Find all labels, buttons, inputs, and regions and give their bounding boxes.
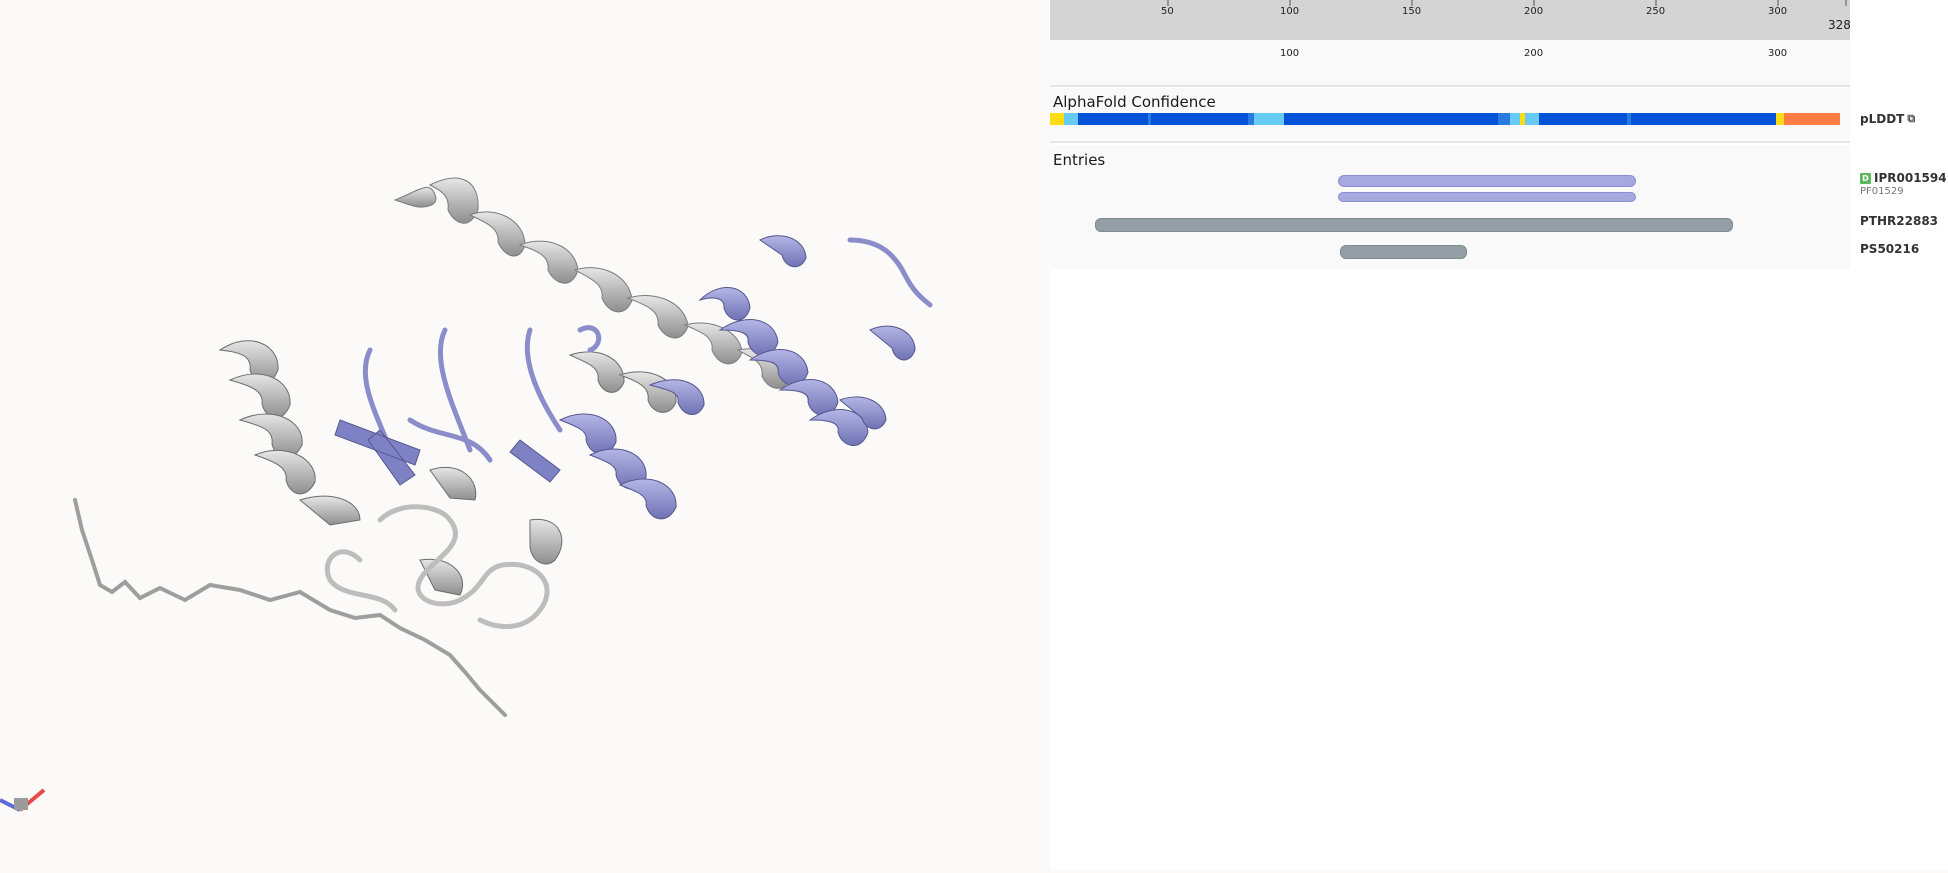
entry-accession[interactable]: PS50216	[1860, 242, 1919, 256]
section-title: AlphaFold Confidence	[1053, 93, 1216, 111]
ruler-tick-label: 150	[1402, 6, 1422, 17]
disordered-tail	[73, 498, 507, 717]
alphafold-confidence-track: AlphaFold Confidence	[1050, 88, 1850, 140]
entry-track-pthr22883[interactable]	[1095, 218, 1733, 232]
entry-label-pthr22883[interactable]: PTHR22883	[1860, 214, 1938, 228]
entry-track-ps50216[interactable]	[1340, 245, 1467, 259]
feature-viewer: 50 100 150 200 250 300 328 100 200 300 A…	[1050, 0, 1948, 869]
entry-track-ipr001594[interactable]	[1338, 175, 1636, 187]
entry-label-ps50216[interactable]: PS50216	[1860, 242, 1919, 256]
overview-tick-label: 200	[1524, 48, 1544, 59]
entry-accession[interactable]: IPR001594	[1874, 171, 1947, 185]
ruler-tick-label: 300	[1768, 6, 1788, 17]
divider	[1050, 141, 1850, 143]
entry-track-pf01529[interactable]	[1338, 192, 1636, 202]
external-link-icon[interactable]: ⧉	[1907, 112, 1915, 126]
plddt-label-row[interactable]: pLDDT ⧉	[1860, 112, 1915, 126]
section-title: Entries	[1053, 151, 1106, 169]
ruler-end-label: 328	[1828, 18, 1851, 32]
entries-track: Entries	[1050, 145, 1850, 269]
sequence-overview[interactable]: 100 200 300	[1050, 40, 1850, 85]
divider	[1050, 85, 1850, 87]
plddt-label[interactable]: pLDDT	[1860, 112, 1904, 126]
protein-structure-render[interactable]	[0, 0, 1050, 869]
ruler-tick-label: 200	[1524, 6, 1544, 17]
ruler-tick-label: 250	[1646, 6, 1666, 17]
overview-tick-label: 300	[1768, 48, 1788, 59]
entry-accession[interactable]: PTHR22883	[1860, 214, 1938, 228]
domain-badge-icon: D	[1860, 172, 1871, 184]
structure-viewer[interactable]	[0, 0, 1050, 869]
ruler-tick-label: 50	[1161, 6, 1174, 17]
ruler-tick-label: 100	[1280, 6, 1300, 17]
member-db-accession[interactable]: PF01529	[1860, 186, 1947, 197]
axis-indicator	[0, 788, 46, 812]
overview-tick-label: 100	[1280, 48, 1300, 59]
entry-label-ipr001594[interactable]: D IPR001594 PF01529	[1860, 171, 1947, 197]
plddt-bar[interactable]	[1050, 113, 1840, 125]
sequence-ruler[interactable]: 50 100 150 200 250 300 328	[1050, 0, 1851, 40]
ruler-ticks	[1167, 0, 1847, 6]
